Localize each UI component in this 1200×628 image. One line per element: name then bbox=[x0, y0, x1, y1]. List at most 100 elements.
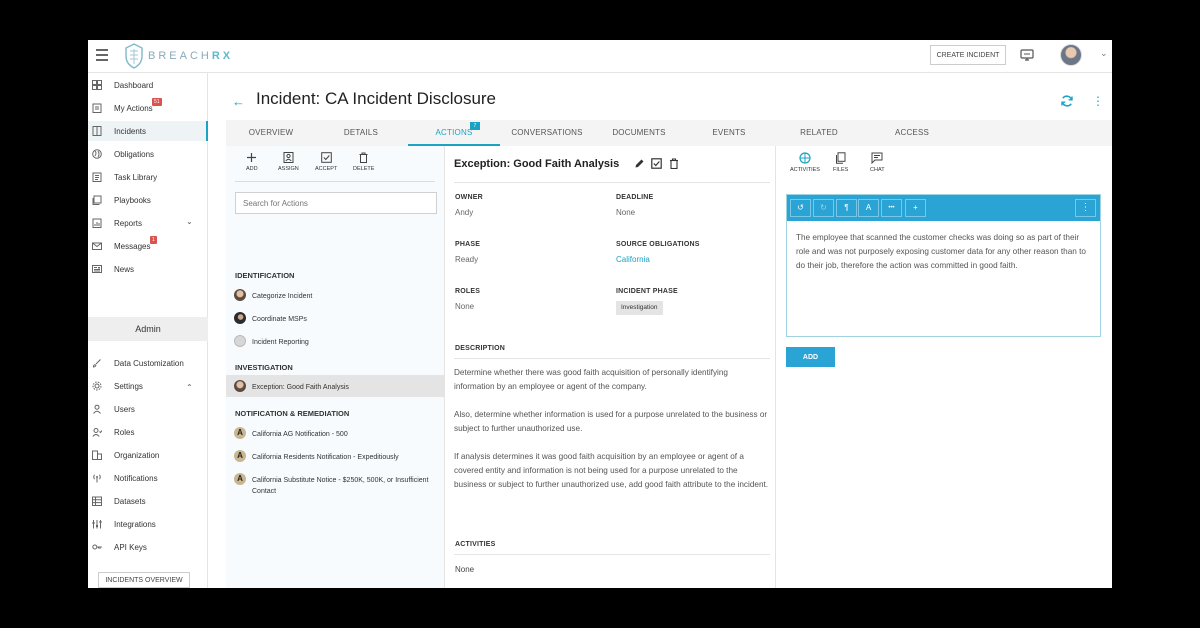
divider bbox=[454, 182, 770, 183]
action-item-incident-reporting[interactable]: Incident Reporting bbox=[226, 330, 445, 352]
sidebar-item-datasets[interactable]: Datasets bbox=[88, 491, 208, 511]
tab-events[interactable]: EVENTS bbox=[684, 120, 774, 146]
assign-action-button[interactable]: ASSIGN bbox=[278, 152, 299, 172]
phase-value[interactable]: Ready bbox=[455, 255, 478, 264]
tab-overview[interactable]: OVERVIEW bbox=[226, 120, 316, 146]
sidebar-item-messages[interactable]: Messages 1 bbox=[88, 236, 208, 256]
sidebar-item-news[interactable]: News bbox=[88, 259, 208, 279]
sidebar-item-label: Dashboard bbox=[114, 81, 154, 90]
chevron-up-icon[interactable]: ⌃ bbox=[186, 383, 193, 392]
incidents-overview-button[interactable]: INCIDENTS OVERVIEW bbox=[98, 572, 190, 588]
sidebar-item-integrations[interactable]: Integrations bbox=[88, 514, 208, 534]
tab-actions-label: ACTIONS bbox=[435, 128, 473, 137]
create-incident-button[interactable]: CREATE INCIDENT bbox=[930, 45, 1006, 65]
add-action-button[interactable]: ADD bbox=[246, 152, 258, 172]
sidebar-item-label: Users bbox=[114, 405, 135, 414]
chevron-down-icon[interactable]: ⌄ bbox=[186, 217, 193, 226]
action-item-label: Incident Reporting bbox=[252, 339, 309, 346]
action-item-label: Categorize Incident bbox=[252, 293, 313, 300]
undo-button[interactable]: ↺ bbox=[790, 199, 811, 217]
sidebar-item-api-keys[interactable]: API Keys bbox=[88, 537, 208, 557]
brand-logo-main: BREACH bbox=[148, 50, 212, 62]
tab-chat[interactable]: CHAT bbox=[870, 152, 885, 173]
sidebar-item-label: Notifications bbox=[114, 474, 158, 483]
assignee-avatar bbox=[234, 335, 246, 347]
text-size-button[interactable]: A bbox=[858, 199, 879, 217]
editor-toolbar: ↺ ↻ ¶ A ••• + ⋮ bbox=[787, 195, 1100, 221]
my-actions-count-badge: 51 bbox=[152, 98, 162, 106]
edit-pencil-icon[interactable] bbox=[634, 158, 645, 169]
tab-activities[interactable]: ACTIVITIES bbox=[790, 152, 820, 173]
source-obligation-link[interactable]: California bbox=[616, 255, 650, 264]
action-item-ca-ag-notification[interactable]: A California AG Notification - 500 bbox=[226, 422, 445, 444]
refresh-icon[interactable] bbox=[1060, 94, 1074, 108]
description-label: DESCRIPTION bbox=[455, 345, 506, 352]
action-item-coordinate-msps[interactable]: Coordinate MSPs bbox=[226, 307, 445, 329]
action-item-ca-residents-notification[interactable]: A California Residents Notification - Ex… bbox=[226, 445, 445, 467]
action-item-categorize-incident[interactable]: Categorize Incident bbox=[226, 284, 445, 306]
activities-icon bbox=[799, 152, 811, 164]
clipboard-icon bbox=[92, 103, 102, 113]
monitor-icon[interactable] bbox=[1020, 48, 1034, 62]
tab-actions[interactable]: ACTIONS 7 bbox=[408, 120, 500, 146]
sidebar-item-label: Organization bbox=[114, 451, 160, 460]
chevron-down-icon[interactable]: ⌄ bbox=[1100, 48, 1108, 59]
comment-editor[interactable]: ↺ ↻ ¶ A ••• + ⋮ The employee that scanne… bbox=[786, 194, 1101, 337]
user-avatar[interactable] bbox=[1060, 44, 1082, 66]
brand-logo-accent: RX bbox=[211, 50, 234, 62]
sidebar-item-task-library[interactable]: Task Library bbox=[88, 167, 208, 187]
actions-panel: ADD ASSIGN ACCEPT DELETE IDENTIFICATION … bbox=[226, 146, 445, 588]
add-comment-button[interactable]: ADD bbox=[786, 347, 835, 367]
sidebar-item-notifications[interactable]: Notifications bbox=[88, 468, 208, 488]
tab-related[interactable]: RELATED bbox=[774, 120, 864, 146]
action-item-ca-substitute-notice[interactable]: A California Substitute Notice - $250K, … bbox=[226, 468, 445, 498]
action-item-good-faith-analysis[interactable]: Exception: Good Faith Analysis bbox=[226, 375, 445, 397]
more-options-icon[interactable]: ⋮ bbox=[1092, 94, 1104, 108]
accept-action-button[interactable]: ACCEPT bbox=[315, 152, 337, 172]
sidebar: Dashboard My Actions 51 Incidents Obliga… bbox=[88, 73, 208, 588]
roles-value[interactable]: None bbox=[455, 302, 474, 311]
delete-action-button[interactable]: DELETE bbox=[353, 152, 374, 172]
accept-checkbox-icon[interactable] bbox=[651, 158, 662, 169]
owner-value[interactable]: Andy bbox=[455, 208, 473, 217]
datasets-icon bbox=[92, 496, 102, 506]
key-icon bbox=[92, 544, 102, 550]
assignee-avatar: A bbox=[234, 450, 246, 462]
reports-icon bbox=[92, 218, 102, 228]
sidebar-item-playbooks[interactable]: Playbooks bbox=[88, 190, 208, 210]
deadline-value[interactable]: None bbox=[616, 208, 635, 217]
trash-icon[interactable] bbox=[669, 158, 679, 169]
owner-label: OWNER bbox=[455, 194, 483, 201]
tab-access[interactable]: ACCESS bbox=[864, 120, 960, 146]
sidebar-item-label: Obligations bbox=[114, 150, 155, 159]
sidebar-item-roles[interactable]: Roles bbox=[88, 422, 208, 442]
tab-documents[interactable]: DOCUMENTS bbox=[594, 120, 684, 146]
phase-label: PHASE bbox=[455, 241, 481, 248]
sidebar-item-incidents[interactable]: Incidents bbox=[88, 121, 208, 141]
sidebar-item-label: News bbox=[114, 265, 135, 274]
sidebar-item-data-customization[interactable]: Data Customization bbox=[88, 353, 208, 373]
sidebar-item-organization[interactable]: Organization bbox=[88, 445, 208, 465]
tab-details[interactable]: DETAILS bbox=[316, 120, 406, 146]
action-item-label: Exception: Good Faith Analysis bbox=[252, 384, 349, 391]
tab-conversations[interactable]: CONVERSATIONS bbox=[500, 120, 594, 146]
sidebar-item-dashboard[interactable]: Dashboard bbox=[88, 75, 208, 95]
sidebar-item-obligations[interactable]: Obligations bbox=[88, 144, 208, 164]
tab-files[interactable]: FILES bbox=[833, 152, 848, 173]
description-paragraph: If analysis determines it was good faith… bbox=[454, 452, 769, 489]
sidebar-item-users[interactable]: Users bbox=[88, 399, 208, 419]
roles-label: ROLES bbox=[455, 288, 481, 295]
more-text-options-button[interactable]: ••• bbox=[881, 199, 902, 217]
sidebar-item-settings[interactable]: Settings ⌃ bbox=[88, 376, 208, 396]
sidebar-item-reports[interactable]: Reports ⌄ bbox=[88, 213, 208, 233]
editor-content[interactable]: The employee that scanned the customer c… bbox=[796, 231, 1094, 273]
insert-button[interactable]: + bbox=[905, 199, 926, 217]
paragraph-format-button[interactable]: ¶ bbox=[836, 199, 857, 217]
search-actions-input[interactable] bbox=[235, 192, 437, 214]
editor-more-options-icon[interactable]: ⋮ bbox=[1075, 199, 1096, 217]
sidebar-item-my-actions[interactable]: My Actions 51 bbox=[88, 98, 208, 118]
incidents-icon bbox=[92, 126, 102, 136]
redo-button[interactable]: ↻ bbox=[813, 199, 834, 217]
hamburger-menu-icon[interactable] bbox=[96, 49, 108, 63]
back-arrow-icon[interactable]: ← bbox=[232, 94, 245, 109]
